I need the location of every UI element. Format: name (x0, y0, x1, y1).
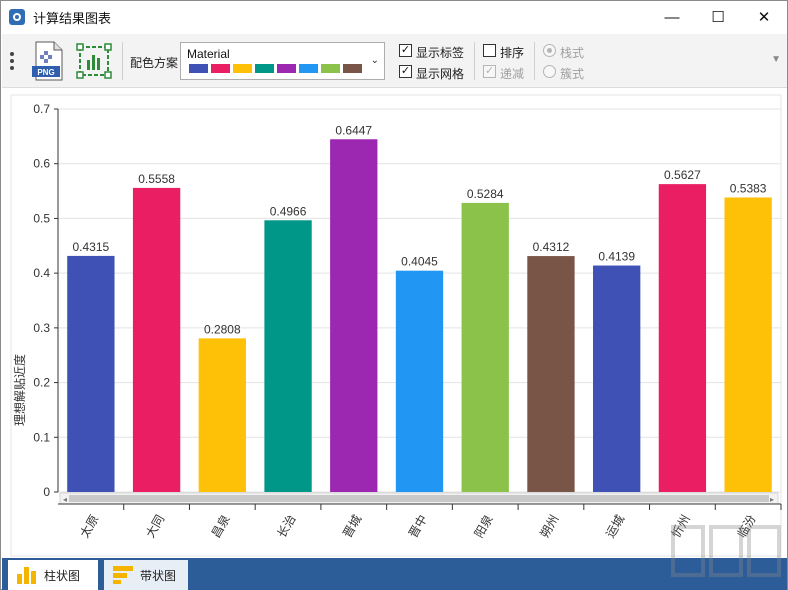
watermark-logo (671, 525, 781, 577)
chart-area: 0 0.1 0.2 0.3 0.4 0.5 0.6 0.7 0.4315 0.5558 0.280… (2, 90, 787, 558)
bar-chart-frame-icon (76, 43, 112, 79)
x-tick-label: 运城 (603, 513, 627, 541)
scroll-right-icon[interactable]: ▸ (770, 495, 774, 504)
toolbar: PNG 配色方案 Material ⌄ ✓ 显示标签 ✓ 显示网格 排序 ✓ 递… (2, 34, 787, 88)
chevron-down-icon: ⌄ (370, 55, 379, 66)
palette-swatch (211, 64, 230, 73)
x-tick-label: 长治 (275, 513, 299, 541)
bar[interactable] (593, 265, 641, 492)
bar[interactable] (658, 184, 707, 492)
color-scheme-value: Material (187, 47, 230, 61)
cluster-mode-radio[interactable] (543, 65, 556, 78)
show-labels-label: 显示标签 (416, 46, 465, 60)
bar-value-label: 0.4966 (270, 204, 307, 218)
toolbar-grip-icon[interactable] (9, 52, 15, 70)
x-tick-label: 太原 (76, 512, 101, 540)
palette-swatch (343, 64, 362, 73)
minimize-button[interactable]: — (649, 1, 695, 33)
y-tick-label: 0 (43, 485, 50, 499)
y-tick-label: 0.2 (33, 376, 50, 390)
palette-swatch (233, 64, 252, 73)
color-scheme-label: 配色方案 (130, 56, 179, 70)
bar-chart: 0 0.1 0.2 0.3 0.4 0.5 0.6 0.7 0.4315 0.5558 0.280… (10, 94, 782, 557)
toolbar-separator (474, 42, 475, 80)
bar-value-label: 0.5284 (467, 187, 504, 201)
title-bar: 计算结果图表 — ☐ ✕ (1, 1, 787, 33)
bar[interactable] (724, 197, 772, 492)
bar[interactable] (67, 255, 115, 492)
palette-swatch (255, 64, 274, 73)
palette-swatch (299, 64, 318, 73)
bar[interactable] (198, 338, 246, 492)
png-file-icon: PNG (32, 41, 63, 81)
app-icon (9, 9, 25, 25)
y-tick-label: 0.5 (33, 211, 50, 225)
toolbar-overflow-icon[interactable]: ▼ (771, 54, 781, 65)
sort-checkbox[interactable] (483, 44, 496, 57)
tab-bar-chart-label: 柱状图 (44, 568, 81, 583)
y-tick-label: 0.7 (33, 102, 50, 116)
toolbar-separator (534, 42, 535, 80)
close-button[interactable]: ✕ (741, 1, 787, 33)
show-grid-checkbox[interactable]: ✓ (399, 65, 412, 78)
palette-swatch (321, 64, 340, 73)
y-tick-label: 0.6 (33, 157, 50, 171)
cluster-mode-label: 簇式 (560, 67, 585, 81)
window-controls: — ☐ ✕ (649, 1, 787, 33)
horizontal-bar-chart-icon (113, 566, 133, 584)
color-scheme-dropdown[interactable]: Material ⌄ (180, 42, 385, 80)
y-tick-label: 0.3 (33, 321, 50, 335)
scroll-left-icon[interactable]: ◂ (63, 495, 67, 504)
palette-swatch (189, 64, 208, 73)
stack-mode-radio[interactable] (543, 44, 556, 57)
bar-value-label: 0.5558 (138, 172, 175, 186)
palette-preview (189, 64, 362, 73)
tab-bar-chart[interactable]: 柱状图 (8, 560, 98, 590)
stack-mode-label: 栈式 (560, 46, 585, 60)
window-title: 计算结果图表 (33, 10, 112, 26)
chart-window: 计算结果图表 — ☐ ✕ PNG 配色方案 Material ⌄ ✓ 显示标签 … (0, 0, 788, 590)
show-grid-label: 显示网格 (416, 67, 465, 81)
y-tick-label: 0.4 (33, 266, 50, 280)
x-tick-label: 晋城 (340, 513, 364, 541)
bar[interactable] (330, 139, 378, 492)
bar[interactable] (461, 202, 509, 492)
palette-swatch (277, 64, 296, 73)
chart-settings-button[interactable] (76, 43, 112, 79)
y-axis-title: 理想解贴近度 (12, 354, 27, 426)
descending-label: 递减 (500, 67, 525, 81)
bar[interactable] (132, 187, 181, 492)
toolbar-separator (122, 42, 123, 80)
maximize-button[interactable]: ☐ (695, 1, 741, 33)
bar-value-label: 0.2808 (204, 322, 241, 336)
bar-chart-icon (17, 567, 36, 584)
sort-label: 排序 (500, 46, 525, 60)
show-labels-checkbox[interactable]: ✓ (399, 44, 412, 57)
png-label: PNG (37, 68, 54, 77)
x-tick-label: 朔州 (537, 512, 562, 540)
x-tick-label: 大同 (143, 513, 167, 541)
bar-value-label: 0.4315 (73, 240, 110, 254)
bar-value-label: 0.5627 (664, 168, 701, 182)
bar[interactable] (264, 220, 312, 492)
horizontal-scrollbar[interactable]: ◂ ▸ (59, 492, 779, 505)
tab-strip-chart[interactable]: 带状图 (104, 560, 188, 590)
descending-checkbox[interactable]: ✓ (483, 65, 496, 78)
x-tick-label: 阳泉 (472, 513, 496, 541)
bar-value-label: 0.6447 (335, 123, 372, 137)
bar-value-label: 0.4312 (533, 240, 570, 254)
tab-strip-chart-label: 带状图 (140, 568, 177, 583)
bar-value-label: 0.5383 (730, 181, 767, 195)
x-tick-label: 晋中 (405, 512, 430, 540)
bar-value-label: 0.4045 (401, 255, 438, 269)
bar[interactable] (395, 270, 444, 492)
x-tick-label: 昌泉 (209, 513, 233, 541)
bar-value-label: 0.4139 (598, 250, 635, 264)
y-tick-label: 0.1 (33, 430, 50, 444)
export-png-button[interactable]: PNG (30, 41, 66, 81)
bar[interactable] (527, 256, 575, 492)
